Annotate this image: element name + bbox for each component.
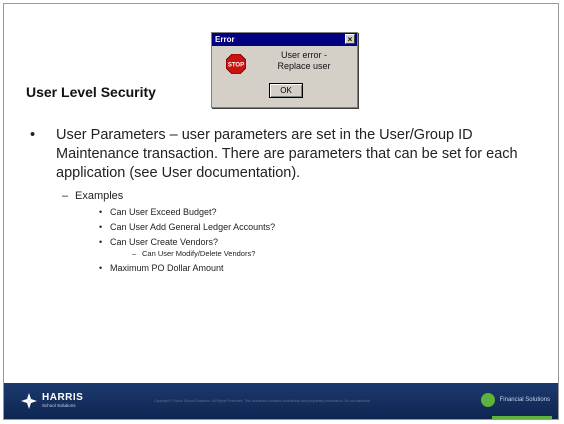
list-item: • Can User Exceed Budget?: [26, 206, 546, 218]
partner-name: Financial Solutions: [499, 397, 550, 403]
list-item-text: Can User Exceed Budget?: [110, 207, 217, 217]
stop-text: STOP: [228, 63, 244, 69]
list-item: • Can User Create Vendors?: [26, 236, 546, 248]
list-item: • Can User Add General Ledger Accounts?: [26, 221, 546, 233]
bullet-icon: •: [99, 263, 103, 273]
harris-logo-icon: [21, 393, 37, 409]
stop-icon: STOP: [226, 54, 246, 74]
examples-item: – Examples: [26, 189, 546, 203]
sub-list-item: – Can User Modify/Delete Vendors?: [26, 249, 546, 259]
partner-logo-icon: [480, 393, 495, 407]
main-bullet-text: User Parameters – user parameters are se…: [56, 127, 518, 181]
copyright-text: Copyright © Harris School Solutions. All…: [154, 399, 372, 403]
logo-name: HARRIS: [42, 392, 84, 403]
dash-icon: –: [132, 249, 137, 258]
dash-icon: –: [62, 190, 69, 202]
bullet-icon: •: [99, 207, 103, 217]
partner-logo: Financial Solutions: [480, 393, 550, 407]
dialog-titlebar: Error ×: [212, 33, 357, 46]
close-icon[interactable]: ×: [345, 34, 355, 44]
footer-bar: HARRIS School Solutions Copyright © Harr…: [4, 383, 558, 419]
list-item-text: Maximum PO Dollar Amount: [110, 263, 224, 273]
error-dialog: Error × STOP User error - Replace user O…: [211, 32, 358, 108]
bullet-icon: •: [99, 222, 103, 232]
main-bullet: • User Parameters – user parameters are …: [26, 126, 546, 183]
slide-body: • User Parameters – user parameters are …: [26, 126, 546, 274]
accent-bar: [492, 416, 552, 419]
list-item-text: Can User Add General Ledger Accounts?: [110, 222, 276, 232]
harris-logo: HARRIS School Solutions: [20, 392, 83, 410]
slide-title: User Level Security: [26, 84, 156, 100]
bullet-icon: •: [99, 237, 103, 247]
examples-label: Examples: [75, 190, 124, 202]
dialog-message: User error - Replace user: [268, 50, 340, 72]
logo-subtitle: School Solutions: [42, 403, 76, 408]
list-item: • Maximum PO Dollar Amount: [26, 262, 546, 274]
dialog-message-line2: Replace user: [277, 61, 331, 71]
slide: User Level Security Error × STOP User er…: [3, 3, 559, 420]
list-item-text: Can User Create Vendors?: [110, 237, 219, 247]
bullet-icon: •: [30, 127, 36, 143]
sub-list-item-text: Can User Modify/Delete Vendors?: [142, 249, 256, 258]
dialog-title: Error: [215, 35, 235, 44]
ok-button[interactable]: OK: [269, 83, 303, 98]
dialog-message-line1: User error -: [280, 50, 327, 60]
